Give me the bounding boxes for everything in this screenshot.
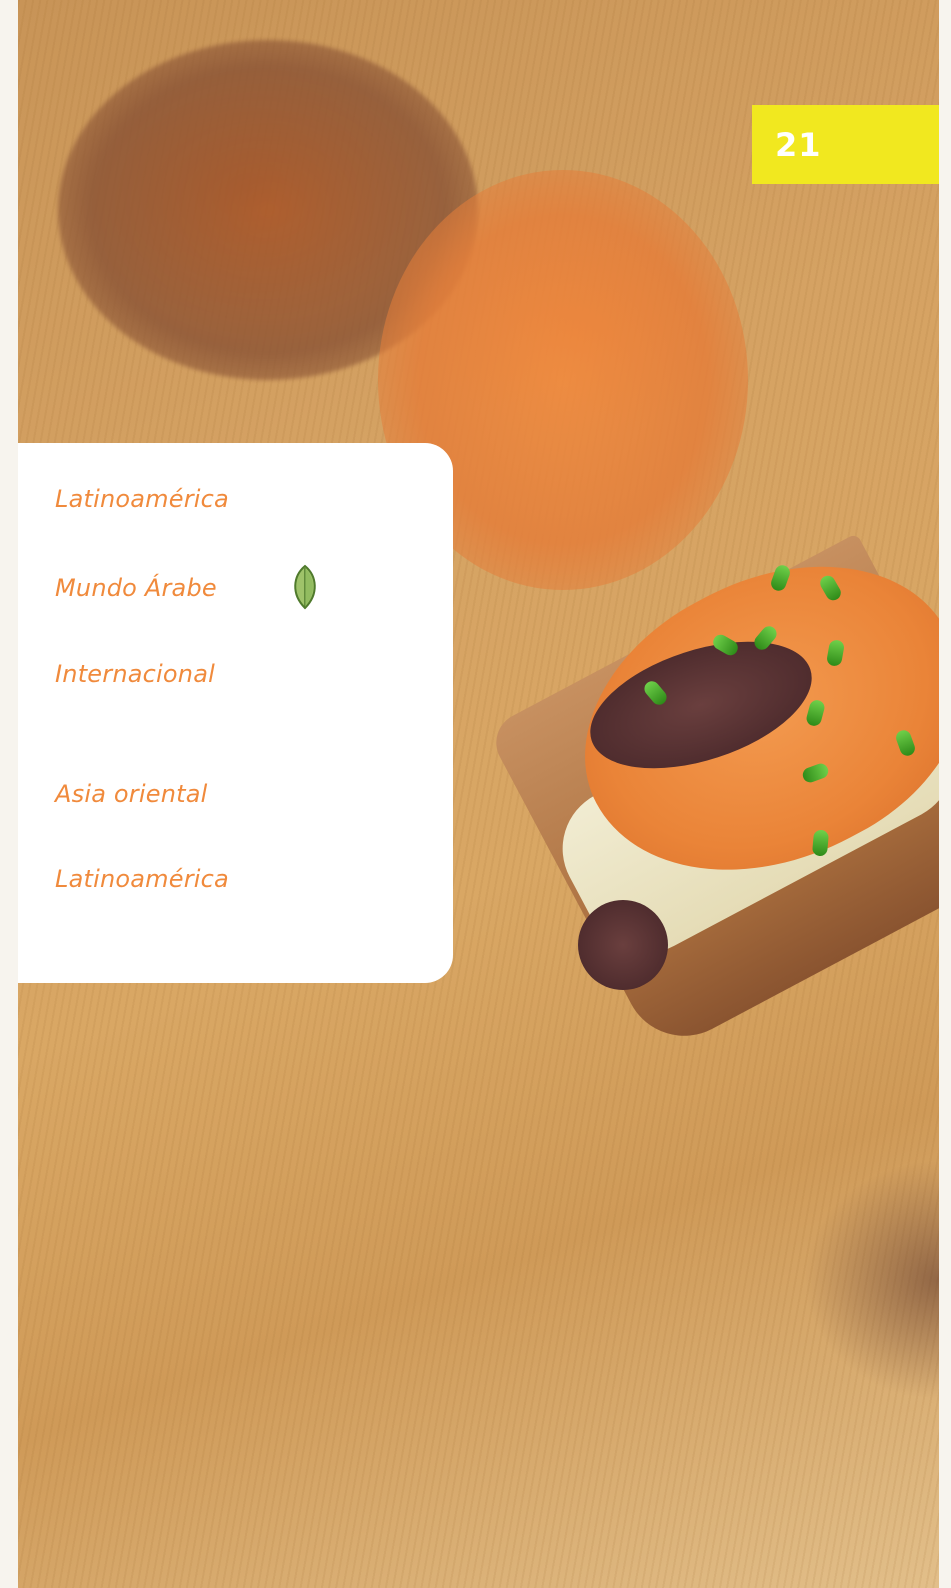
cuisine-item-internacional: Internacional xyxy=(55,660,215,688)
cuisine-item-asia-oriental: Asia oriental xyxy=(55,780,208,808)
page-number: 21 xyxy=(775,125,822,164)
cuisine-item-mundo-arabe: Mundo Árabe xyxy=(55,574,217,602)
cuisine-item-latinoamerica: Latinoamérica xyxy=(55,485,229,513)
page-number-badge: 21 xyxy=(752,105,939,184)
leaf-icon xyxy=(294,564,316,610)
cuisine-list-card: Latinoamérica Mundo Árabe Internacional … xyxy=(18,443,453,983)
cuisine-item-latinoamerica-2: Latinoamérica xyxy=(55,865,229,893)
olive-tapenade-small xyxy=(578,900,668,990)
